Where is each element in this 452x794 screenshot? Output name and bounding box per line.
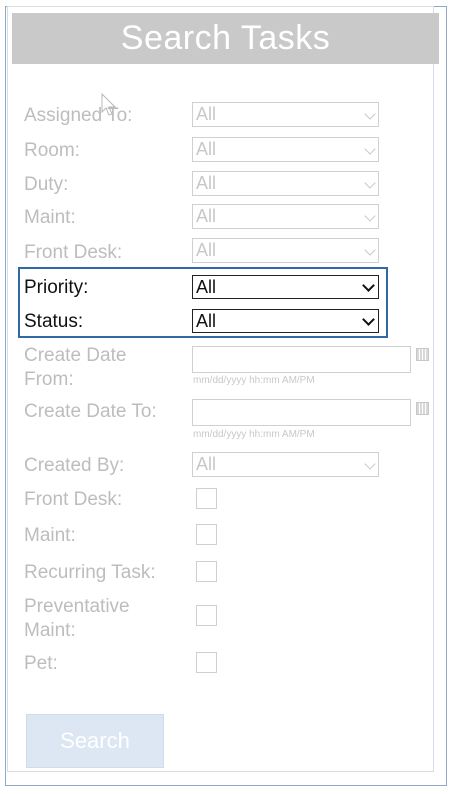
assigned-to-value: All bbox=[196, 104, 217, 124]
created-by-label: Created By: bbox=[24, 455, 125, 476]
duty-select[interactable]: All bbox=[192, 171, 379, 196]
status-label: Status: bbox=[24, 311, 84, 332]
priority-select[interactable]: All bbox=[192, 275, 379, 299]
created-by-value: All bbox=[196, 454, 217, 474]
assigned-to-label: Assigned To: bbox=[24, 105, 133, 126]
recurring-task-checkbox-label: Recurring Task: bbox=[24, 562, 156, 583]
create-date-from-input[interactable] bbox=[192, 346, 411, 373]
assigned-to-select[interactable]: All bbox=[192, 102, 379, 127]
status-select[interactable]: All bbox=[192, 309, 379, 333]
front-desk-checkbox-label: Front Desk: bbox=[24, 489, 123, 510]
preventative-maint-label-line2: Maint: bbox=[24, 620, 76, 641]
room-value: All bbox=[196, 139, 217, 159]
chevron-down-icon bbox=[364, 458, 376, 470]
chevron-down-icon bbox=[362, 279, 375, 292]
status-value: All bbox=[196, 311, 217, 331]
create-date-from-hint: mm/dd/yyyy hh:mm AM/PM bbox=[193, 375, 315, 386]
maint-value: All bbox=[196, 206, 217, 226]
room-label: Room: bbox=[24, 140, 80, 161]
priority-value: All bbox=[196, 277, 217, 297]
search-button[interactable]: Search bbox=[26, 714, 164, 768]
chevron-down-icon bbox=[364, 143, 376, 155]
maint-checkbox-label: Maint: bbox=[24, 525, 76, 546]
recurring-task-checkbox[interactable] bbox=[196, 561, 217, 582]
create-date-to-label: Create Date To: bbox=[24, 401, 157, 422]
create-date-from-label-line1: Create Date bbox=[24, 345, 127, 366]
preventative-maint-checkbox[interactable] bbox=[196, 605, 217, 626]
create-date-to-input[interactable] bbox=[192, 399, 411, 426]
priority-label: Priority: bbox=[24, 277, 89, 298]
maint-checkbox[interactable] bbox=[196, 524, 217, 545]
duty-label: Duty: bbox=[24, 174, 69, 195]
front-desk-select[interactable]: All bbox=[192, 238, 379, 263]
preventative-maint-label-line1: Preventative bbox=[24, 596, 130, 617]
calendar-icon[interactable] bbox=[416, 348, 429, 361]
page-title: Search Tasks bbox=[12, 13, 439, 64]
duty-value: All bbox=[196, 173, 217, 193]
maint-select[interactable]: All bbox=[192, 204, 379, 229]
maint-label: Maint: bbox=[24, 207, 76, 228]
chevron-down-icon bbox=[362, 313, 375, 326]
chevron-down-icon bbox=[364, 244, 376, 256]
front-desk-checkbox[interactable] bbox=[196, 488, 217, 509]
calendar-icon[interactable] bbox=[416, 402, 429, 415]
chevron-down-icon bbox=[364, 210, 376, 222]
pet-checkbox-label: Pet: bbox=[24, 653, 58, 674]
room-select[interactable]: All bbox=[192, 137, 379, 162]
front-desk-value: All bbox=[196, 240, 217, 260]
front-desk-label: Front Desk: bbox=[24, 242, 123, 263]
pet-checkbox[interactable] bbox=[196, 652, 217, 673]
created-by-select[interactable]: All bbox=[192, 452, 379, 477]
chevron-down-icon bbox=[364, 177, 376, 189]
chevron-down-icon bbox=[364, 108, 376, 120]
create-date-to-hint: mm/dd/yyyy hh:mm AM/PM bbox=[193, 429, 315, 440]
create-date-from-label-line2: From: bbox=[24, 369, 74, 390]
